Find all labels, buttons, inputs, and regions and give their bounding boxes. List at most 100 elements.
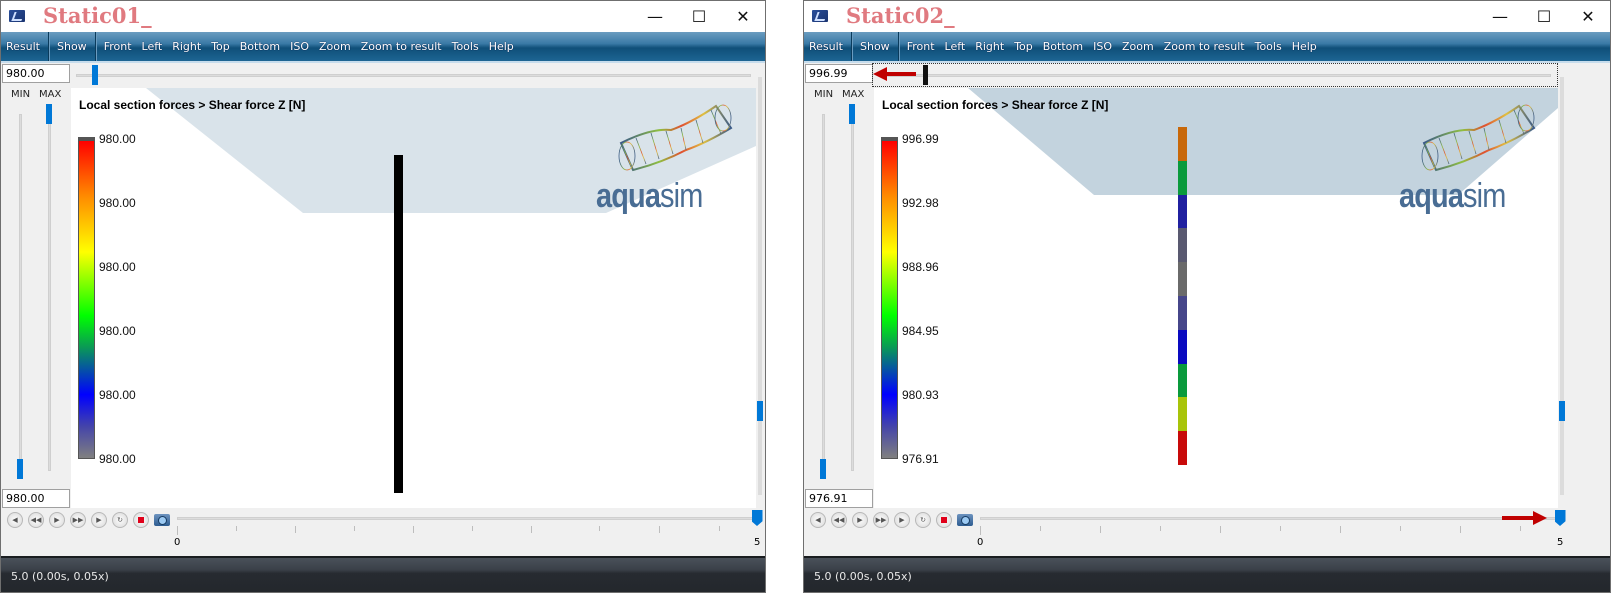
minimize-button[interactable]: — <box>1478 1 1522 31</box>
last-frame-icon[interactable]: ▶ <box>91 512 107 528</box>
beam-segment[interactable] <box>1178 228 1187 263</box>
max-label: MAX <box>842 89 865 100</box>
menu-separator <box>94 32 96 61</box>
vertical-scrollbar[interactable] <box>758 77 762 495</box>
result-window-static01: Static01_ — ☐ ✕ Result Show Front Left R… <box>0 0 766 593</box>
timeline-start-label: 0 <box>977 537 984 548</box>
menu-result[interactable]: Result <box>804 32 848 61</box>
timeline-thumb[interactable] <box>1554 510 1566 526</box>
min-slider-track[interactable] <box>822 114 825 479</box>
menu-show[interactable]: Show <box>52 32 92 61</box>
value-slider-thumb[interactable] <box>923 65 928 85</box>
maximize-button[interactable]: ☐ <box>677 1 721 31</box>
beam-segment[interactable] <box>1178 397 1187 432</box>
first-frame-icon[interactable]: ◀ <box>810 512 826 528</box>
max-value-input[interactable]: 980.00 <box>2 64 70 83</box>
min-value-input[interactable]: 980.00 <box>2 489 70 508</box>
camera-icon[interactable] <box>154 514 170 526</box>
timeline-tick <box>1040 526 1041 531</box>
maximize-button[interactable]: ☐ <box>1522 1 1566 31</box>
close-button[interactable]: ✕ <box>721 1 765 31</box>
loop-icon[interactable]: ↻ <box>915 512 931 528</box>
menu-zoom[interactable]: Zoom <box>314 32 356 61</box>
menu-help[interactable]: Help <box>484 32 519 61</box>
min-value-input[interactable]: 976.91 <box>805 489 873 508</box>
legend-label: 976.91 <box>902 452 939 466</box>
prev-frame-icon[interactable]: ◀◀ <box>831 512 847 528</box>
first-frame-icon[interactable]: ◀ <box>7 512 23 528</box>
timeline-start-label: 0 <box>174 537 181 548</box>
timeline-tick <box>531 526 532 533</box>
beam-segment[interactable] <box>1178 127 1187 161</box>
prev-frame-icon[interactable]: ◀◀ <box>28 512 44 528</box>
beam-segment[interactable] <box>1178 431 1187 465</box>
camera-icon[interactable] <box>957 514 973 526</box>
record-icon[interactable] <box>133 512 149 528</box>
beam-segment[interactable] <box>1178 363 1187 398</box>
beam-segment[interactable] <box>1178 160 1187 195</box>
3d-viewport[interactable]: Local section forces > Shear force Z [N]… <box>874 88 1558 508</box>
timeline-thumb[interactable] <box>751 510 763 526</box>
min-label: MIN <box>11 89 31 100</box>
menu-iso[interactable]: ISO <box>1088 32 1117 61</box>
beam-segment[interactable] <box>394 155 403 493</box>
last-frame-icon[interactable]: ▶ <box>894 512 910 528</box>
min-slider-track[interactable] <box>19 114 22 479</box>
menu-tools[interactable]: Tools <box>447 32 484 61</box>
timeline-track[interactable] <box>980 517 1560 520</box>
timeline-tick <box>472 526 473 531</box>
value-slider-track[interactable] <box>76 74 751 77</box>
color-legend-bar <box>881 137 898 459</box>
next-frame-icon[interactable]: ▶▶ <box>70 512 86 528</box>
menu-bottom[interactable]: Bottom <box>235 32 285 61</box>
menu-right[interactable]: Right <box>167 32 206 61</box>
beam-segment[interactable] <box>1178 262 1187 296</box>
beam-segment[interactable] <box>1178 194 1187 229</box>
beam-element[interactable] <box>1178 127 1187 465</box>
3d-viewport[interactable]: Local section forces > Shear force Z [N]… <box>71 88 756 508</box>
timeline-tick <box>599 526 600 531</box>
min-label: MIN <box>814 89 834 100</box>
min-slider-thumb[interactable] <box>17 459 23 479</box>
vertical-scroll-thumb[interactable] <box>757 401 763 421</box>
max-slider-track[interactable] <box>851 109 854 471</box>
close-button[interactable]: ✕ <box>1566 1 1610 31</box>
menu-zoom[interactable]: Zoom <box>1117 32 1159 61</box>
min-slider-thumb[interactable] <box>820 459 826 479</box>
beam-segment[interactable] <box>1178 329 1187 364</box>
max-slider-thumb[interactable] <box>849 104 855 124</box>
menu-right[interactable]: Right <box>970 32 1009 61</box>
menu-iso[interactable]: ISO <box>285 32 314 61</box>
max-slider-track[interactable] <box>48 109 51 471</box>
play-icon[interactable]: ▶ <box>852 512 868 528</box>
max-slider-thumb[interactable] <box>46 104 52 124</box>
menu-top[interactable]: Top <box>206 32 235 61</box>
menu-top[interactable]: Top <box>1009 32 1038 61</box>
menu-left[interactable]: Left <box>137 32 168 61</box>
loop-icon[interactable]: ↻ <box>112 512 128 528</box>
beam-element[interactable] <box>394 155 403 493</box>
vertical-scrollbar[interactable] <box>1560 77 1564 495</box>
beam-segment[interactable] <box>1178 295 1187 330</box>
menu-show[interactable]: Show <box>855 32 895 61</box>
menu-left[interactable]: Left <box>940 32 971 61</box>
menu-zoom-to-result[interactable]: Zoom to result <box>1159 32 1250 61</box>
menu-bottom[interactable]: Bottom <box>1038 32 1088 61</box>
menu-help[interactable]: Help <box>1287 32 1322 61</box>
timeline-tick <box>413 526 414 533</box>
play-icon[interactable]: ▶ <box>49 512 65 528</box>
timeline-track[interactable] <box>177 517 757 520</box>
timeline-tick <box>1520 526 1521 531</box>
vertical-scroll-thumb[interactable] <box>1559 401 1565 421</box>
menu-front[interactable]: Front <box>99 32 137 61</box>
menu-tools[interactable]: Tools <box>1250 32 1287 61</box>
value-slider-track[interactable] <box>879 74 1551 77</box>
record-icon[interactable] <box>936 512 952 528</box>
menu-front[interactable]: Front <box>902 32 940 61</box>
next-frame-icon[interactable]: ▶▶ <box>873 512 889 528</box>
max-value-input[interactable]: 996.99 <box>805 64 873 83</box>
value-slider-thumb[interactable] <box>92 65 98 85</box>
menu-result[interactable]: Result <box>1 32 45 61</box>
minimize-button[interactable]: — <box>633 1 677 31</box>
menu-zoom-to-result[interactable]: Zoom to result <box>356 32 447 61</box>
